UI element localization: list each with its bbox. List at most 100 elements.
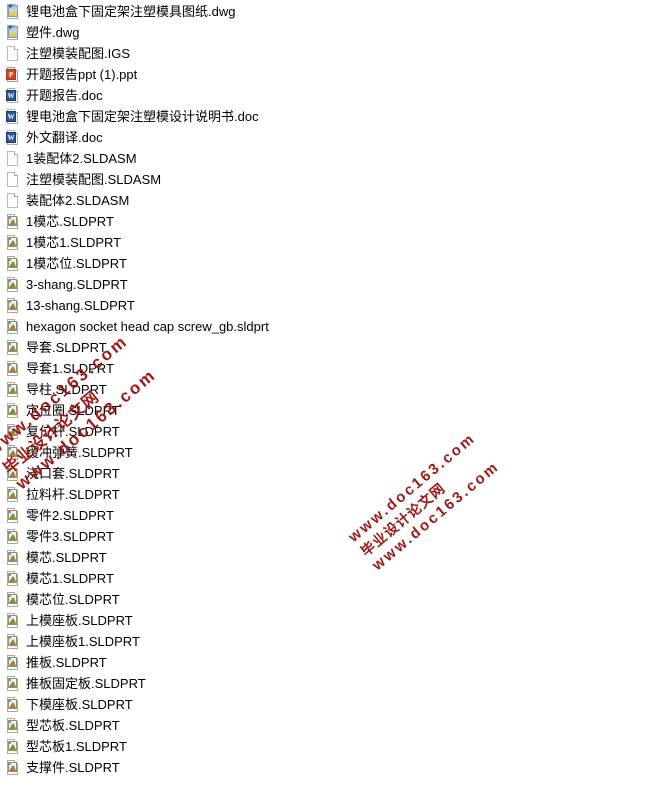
file-name-label: 推板固定板.SLDPRT [26,676,146,691]
file-name-label: 上模座板1.SLDPRT [26,634,140,649]
blank-file-icon [5,150,21,168]
solidworks-part-icon [5,381,21,399]
file-list-item[interactable]: 推板.SLDPRT [0,652,663,673]
file-list-item[interactable]: W 锂电池盒下固定架注塑模设计说明书.doc [0,106,663,127]
solidworks-part-icon [5,276,21,294]
solidworks-part-icon [5,675,21,693]
file-list-item[interactable]: 模芯.SLDPRT [0,547,663,568]
file-name-label: 导柱.SLDPRT [26,382,107,397]
word-file-icon: W [5,108,21,126]
file-name-label: 塑件.dwg [26,25,80,40]
file-list-item[interactable]: 1模芯位.SLDPRT [0,253,663,274]
file-name-label: 1模芯1.SLDPRT [26,235,122,250]
file-name-label: 浇口套.SLDPRT [26,466,120,481]
file-list-item[interactable]: 1装配体2.SLDASM [0,148,663,169]
file-name-label: 锂电池盒下固定架注塑模设计说明书.doc [26,109,259,124]
file-list-item[interactable]: 上模座板.SLDPRT [0,610,663,631]
file-name-label: 零件3.SLDPRT [26,529,114,544]
solidworks-part-icon [5,612,21,630]
solidworks-part-icon [5,255,21,273]
solidworks-part-icon [5,570,21,588]
file-list-item[interactable]: 拉料杆.SLDPRT [0,484,663,505]
dwg-file-icon: ✦ [5,23,21,42]
solidworks-part-icon [5,738,21,756]
file-list-item[interactable]: 1模芯1.SLDPRT [0,232,663,253]
file-name-label: 推板.SLDPRT [26,655,107,670]
file-list-item[interactable]: 型芯板.SLDPRT [0,715,663,736]
file-name-label: 模芯.SLDPRT [26,550,107,565]
file-name-label: hexagon socket head cap screw_gb.sldprt [26,319,269,334]
file-list-item[interactable]: 模芯位.SLDPRT [0,589,663,610]
file-list-item[interactable]: ✦ 锂电池盒下固定架注塑模具图纸.dwg [0,1,663,22]
solidworks-part-icon [5,339,21,357]
solidworks-part-icon [5,528,21,546]
file-list-item[interactable]: 零件3.SLDPRT [0,526,663,547]
powerpoint-file-icon: P [5,66,21,84]
file-list-item[interactable]: 导套.SLDPRT [0,337,663,358]
solidworks-part-icon [5,486,21,504]
file-list-item[interactable]: 13-shang.SLDPRT [0,295,663,316]
file-name-label: 1模芯.SLDPRT [26,214,114,229]
solidworks-part-icon [5,234,21,252]
file-name-label: 模芯位.SLDPRT [26,592,120,607]
file-list-item[interactable]: 定位圈.SLDPRT [0,400,663,421]
solidworks-part-icon [5,633,21,651]
file-list-item[interactable]: ✦ 塑件.dwg [0,22,663,43]
solidworks-part-icon [5,654,21,672]
file-list-item[interactable]: 装配体2.SLDASM [0,190,663,211]
file-list-item[interactable]: P 开题报告ppt (1).ppt [0,64,663,85]
blank-file-icon [5,192,21,210]
file-list-item[interactable]: 注塑模装配图.IGS [0,43,663,64]
dwg-file-icon: ✦ [5,2,21,21]
solidworks-part-icon [5,402,21,420]
file-name-label: 3-shang.SLDPRT [26,277,128,292]
solidworks-part-icon [5,318,21,336]
file-name-label: 开题报告ppt (1).ppt [26,67,138,82]
file-list-item[interactable]: 型芯板1.SLDPRT [0,736,663,757]
file-name-label: 型芯板1.SLDPRT [26,739,127,754]
file-list-item[interactable]: 缓冲弹簧.SLDPRT [0,442,663,463]
word-file-icon: W [5,129,21,147]
file-list-item[interactable]: W 外文翻译.doc [0,127,663,148]
file-name-label: 上模座板.SLDPRT [26,613,133,628]
file-list-item[interactable]: 零件2.SLDPRT [0,505,663,526]
file-name-label: 模芯1.SLDPRT [26,571,114,586]
file-name-label: 型芯板.SLDPRT [26,718,120,733]
file-name-label: 13-shang.SLDPRT [26,298,135,313]
file-list-item[interactable]: 导套1.SLDPRT [0,358,663,379]
blank-file-icon [5,45,21,63]
file-name-label: 缓冲弹簧.SLDPRT [26,445,133,460]
file-name-label: 外文翻译.doc [26,130,103,145]
file-list-item[interactable]: 注塑模装配图.SLDASM [0,169,663,190]
file-list-item[interactable]: 3-shang.SLDPRT [0,274,663,295]
file-list-item[interactable]: 复位杆.SLDPRT [0,421,663,442]
file-list-item[interactable]: 浇口套.SLDPRT [0,463,663,484]
solidworks-part-icon [5,759,21,777]
file-list-item[interactable]: 导柱.SLDPRT [0,379,663,400]
file-name-label: 导套.SLDPRT [26,340,107,355]
file-name-label: 开题报告.doc [26,88,103,103]
file-list-item[interactable]: 支撑件.SLDPRT [0,757,663,778]
file-name-label: 锂电池盒下固定架注塑模具图纸.dwg [26,4,236,19]
solidworks-part-icon [5,465,21,483]
file-list-item[interactable]: 下模座板.SLDPRT [0,694,663,715]
file-name-label: 注塑模装配图.SLDASM [26,172,162,187]
solidworks-part-icon [5,444,21,462]
solidworks-part-icon [5,507,21,525]
solidworks-part-icon [5,591,21,609]
file-name-label: 拉料杆.SLDPRT [26,487,120,502]
file-list-item[interactable]: 1模芯.SLDPRT [0,211,663,232]
solidworks-part-icon [5,717,21,735]
file-list-item[interactable]: 推板固定板.SLDPRT [0,673,663,694]
file-list-item[interactable]: 模芯1.SLDPRT [0,568,663,589]
file-list-item[interactable]: 上模座板1.SLDPRT [0,631,663,652]
file-name-label: 支撑件.SLDPRT [26,760,120,775]
file-list[interactable]: ✦ 锂电池盒下固定架注塑模具图纸.dwg ✦ 塑件.dwg 注塑模装配图.IGS P 开题报… [0,0,663,778]
file-list-item[interactable]: hexagon socket head cap screw_gb.sldprt [0,316,663,337]
file-name-label: 下模座板.SLDPRT [26,697,133,712]
solidworks-part-icon [5,360,21,378]
blank-file-icon [5,171,21,189]
solidworks-part-icon [5,549,21,567]
file-list-item[interactable]: W 开题报告.doc [0,85,663,106]
file-name-label: 注塑模装配图.IGS [26,46,131,61]
